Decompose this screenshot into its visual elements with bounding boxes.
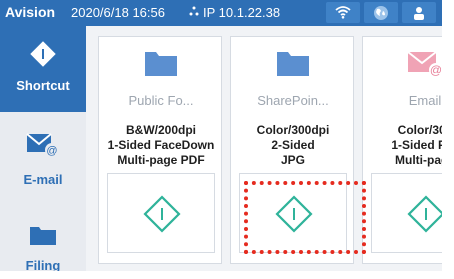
email-icon: @: [26, 133, 59, 157]
shortcut-setting: B&W/200dpi: [125, 123, 196, 137]
network-icon: [188, 5, 200, 20]
start-diamond-icon: [143, 195, 181, 233]
shortcut-setting: 2-Sided: [271, 138, 315, 152]
sidebar: Shortcut @ E-mail Filing: [0, 26, 86, 271]
globe-icon: [374, 6, 388, 20]
folder-icon: [277, 52, 309, 76]
user-button[interactable]: [402, 2, 436, 23]
shortcut-name: SharePoin...: [257, 93, 329, 108]
shortcut-setting: JPG: [280, 153, 305, 167]
email-icon: @: [407, 51, 442, 77]
svg-text:@: @: [430, 63, 442, 77]
diamond-start-icon: [30, 41, 56, 67]
shortcut-card[interactable]: @ Email Color/300 1-Sided Fac Multi-page: [362, 36, 442, 264]
svg-text:@: @: [46, 145, 57, 157]
folder-icon: [145, 52, 177, 76]
shortcut-setting: 1-Sided Fac: [391, 138, 442, 152]
sidebar-item-email[interactable]: @ E-mail: [0, 116, 86, 202]
globe-button[interactable]: [364, 2, 398, 23]
datetime: 2020/6/18 16:56: [71, 5, 165, 20]
shortcut-setting: 1-Sided FaceDown: [107, 138, 215, 152]
shortcut-setting: Multi-page PDF: [117, 153, 205, 167]
ip-address: IP 10.1.22.38: [203, 5, 281, 20]
sidebar-item-filing[interactable]: Filing: [0, 206, 86, 271]
shortcut-setting: Color/300: [397, 123, 442, 137]
shortcut-name: Email: [408, 93, 442, 108]
sidebar-item-shortcut[interactable]: Shortcut: [0, 26, 86, 112]
shortcut-name: Public Fo...: [128, 93, 194, 108]
sidebar-item-label: Filing: [25, 258, 61, 271]
sidebar-item-label: E-mail: [23, 172, 63, 187]
device-name: Avision: [5, 4, 56, 20]
highlight-box: [244, 181, 366, 254]
start-button[interactable]: [107, 173, 215, 253]
wifi-button[interactable]: [326, 2, 360, 23]
sidebar-item-label: Shortcut: [16, 78, 70, 93]
shortcut-card[interactable]: Public Fo... B&W/200dpi 1-Sided FaceDown…: [98, 36, 222, 264]
folder-icon: [30, 227, 56, 245]
edge-strip: [442, 0, 454, 279]
start-button[interactable]: [371, 173, 442, 253]
shortcut-setting: Color/300dpi: [256, 123, 330, 137]
scanner-screen: Avision 2020/6/18 16:56 IP 10.1.22.38 Sh…: [0, 0, 442, 271]
status-bar: Avision 2020/6/18 16:56 IP 10.1.22.38: [0, 0, 442, 26]
shortcut-setting: Multi-page: [395, 153, 442, 167]
wifi-icon: [335, 6, 351, 19]
start-diamond-icon: [407, 195, 442, 233]
user-icon: [414, 7, 424, 20]
